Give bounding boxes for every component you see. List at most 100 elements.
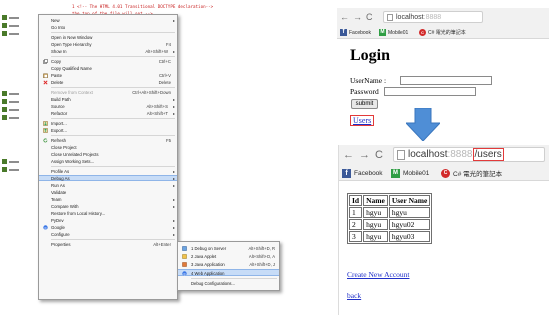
svg-text:g: g [45,225,47,229]
submenu-arrow-icon: ▸ [172,203,175,209]
menu-item-export[interactable]: Export... [39,127,177,133]
browser-toolbar: ← → C localhost:8888/users [339,145,549,165]
create-account-link[interactable]: Create New Account [347,270,409,279]
menu-item-label: Open in New Window [51,34,93,40]
menu-item-refactor[interactable]: Refactor Alt+Shift+T ▸ [39,110,177,116]
url-path: /users [472,148,504,161]
tree-node[interactable] [2,14,19,21]
menu-item-label: Validate [51,189,67,195]
menu-item-show-in[interactable]: Show In Alt+Shift+W ▸ [39,48,177,54]
menu-item-go-into[interactable]: Go Into [39,24,177,30]
submit-button[interactable]: submit [351,99,378,109]
menu-item-import[interactable]: Import... [39,120,177,126]
menu-item-refresh[interactable]: Refresh F5 [39,137,177,143]
menu-item-google[interactable]: g Google ▸ [39,224,177,230]
back-link[interactable]: back [347,291,361,300]
bookmark-mobile01[interactable]: M Mobile01 [379,28,408,37]
address-bar[interactable]: localhost:8888 [383,11,483,23]
menu-item-compare-with[interactable]: Compare With ▸ [39,203,177,209]
menu-item-copy-qualified-name[interactable]: Copy Qualified Name [39,65,177,71]
menu-separator [51,32,175,33]
submenu-item-debug-configurations[interactable]: Debug Configurations... [178,280,279,287]
bookmark-csharp[interactable]: C C# 電光的筆記本 [419,28,466,37]
menu-item-debug-as[interactable]: Debug As ▸ [39,175,177,181]
menu-item-build-path[interactable]: Build Path ▸ [39,96,177,102]
svg-text:g: g [184,272,186,276]
bookmark-facebook[interactable]: f Facebook [340,28,371,37]
page-icon [397,149,405,160]
menu-item-copy[interactable]: Copy Ctrl+C [39,58,177,64]
table-cell: hgyu [363,231,388,242]
menu-item-close-project[interactable]: Close Project [39,144,177,150]
menu-item-shortcut: F5 [165,137,171,143]
url-port: :8888 [447,149,473,160]
paste-icon [43,73,48,78]
menu-item-close-unrelated-projects[interactable]: Close Unrelated Projects [39,151,177,157]
forward-arrow-icon[interactable]: → [353,12,362,22]
bookmark-label: Mobile01 [388,29,409,36]
password-input[interactable] [384,87,476,96]
menu-item-new[interactable]: New ▸ [39,17,177,23]
menu-item-shortcut: Alt+Shift+T [146,110,168,116]
menu-item-profile-as[interactable]: Profile As ▸ [39,168,177,174]
menu-item-validate[interactable]: Validate [39,189,177,195]
table-cell: hgyu [388,207,431,218]
column-header-id: Id [349,195,363,206]
menu-item-label: Google [51,224,65,230]
menu-item-source[interactable]: Source Alt+Shift+S ▸ [39,103,177,109]
browser-users-window: ← → C localhost:8888/users f Facebook M … [338,145,549,315]
address-bar[interactable]: localhost:8888/users [393,147,545,162]
menu-item-pydev[interactable]: PyDev ▸ [39,217,177,223]
table-header-row: Id Name User Name [349,195,431,206]
submenu-item-2-java-applet[interactable]: 2 Java Applet Alt+Shift+D, A [178,253,279,260]
submenu-item-1-debug-on-server[interactable]: 1 Debug on Server Alt+Shift+D, R [178,245,279,252]
menu-item-restore-from-local-history[interactable]: Restore from Local History... [39,210,177,216]
reload-icon[interactable]: C [366,12,373,22]
menu-item-open-type-hierarchy[interactable]: Open Type Hierarchy F4 [39,41,177,47]
browser-toolbar: ← → C localhost:8888 [337,8,549,26]
tree-node[interactable] [2,106,19,113]
code-line: 1 <!-- The HTML 4.01 Transitional DOCTYP… [72,4,214,9]
tree-node[interactable] [2,98,19,105]
bookmark-mobile01[interactable]: M Mobile01 [391,168,429,178]
bookmark-csharp[interactable]: C C# 電光的筆記本 [441,168,502,178]
users-link[interactable]: Users [350,115,375,126]
context-menu: New ▸ Go Into Open in New Window Open Type H… [38,14,178,300]
submenu-item-3-java-application[interactable]: 3 Java Application Alt+Shift+D, J [178,261,279,268]
menu-item-remove-from-context[interactable]: Remove from Context Ctrl+Alt+Shift+Down [39,89,177,95]
back-arrow-icon[interactable]: ← [340,12,349,22]
submenu-arrow-icon: ▸ [172,96,175,102]
tree-node[interactable] [2,166,19,173]
menu-item-assign-working-sets[interactable]: Assign Working Sets... [39,158,177,164]
table-cell: hgyu02 [388,219,431,230]
refresh-icon [43,138,48,143]
tree-node[interactable] [2,30,19,37]
bookmark-facebook[interactable]: f Facebook [342,168,383,178]
project-explorer [0,4,40,204]
tree-node[interactable] [2,158,19,165]
menu-item-run-as[interactable]: Run As ▸ [39,182,177,188]
table-cell: hgyu03 [388,231,431,242]
back-arrow-icon[interactable]: ← [343,149,354,161]
menu-item-label: Assign Working Sets... [51,158,95,164]
menu-item-label: Go Into [51,24,66,30]
menu-item-delete[interactable]: Delete Delete [39,79,177,85]
column-header-name: Name [363,195,388,206]
username-input[interactable] [400,76,492,85]
menu-item-open-in-new-window[interactable]: Open in New Window [39,34,177,40]
submenu-arrow-icon: ▸ [172,48,175,54]
menu-item-configure[interactable]: Configure ▸ [39,231,177,237]
tree-node[interactable] [2,90,19,97]
menu-separator [51,56,175,57]
submenu-arrow-icon: ▸ [172,231,175,237]
java-app-icon [182,262,187,267]
menu-item-team[interactable]: Team ▸ [39,196,177,202]
submenu-item-4-web-application[interactable]: g 4 Web Application [178,269,279,276]
forward-arrow-icon[interactable]: → [359,149,370,161]
tree-node[interactable] [2,114,19,121]
menu-item-properties[interactable]: Properties Alt+Enter [39,241,177,247]
menu-item-paste[interactable]: Paste Ctrl+V [39,72,177,78]
table-cell: hgyu [363,219,388,230]
reload-icon[interactable]: C [375,149,383,161]
tree-node[interactable] [2,22,19,29]
